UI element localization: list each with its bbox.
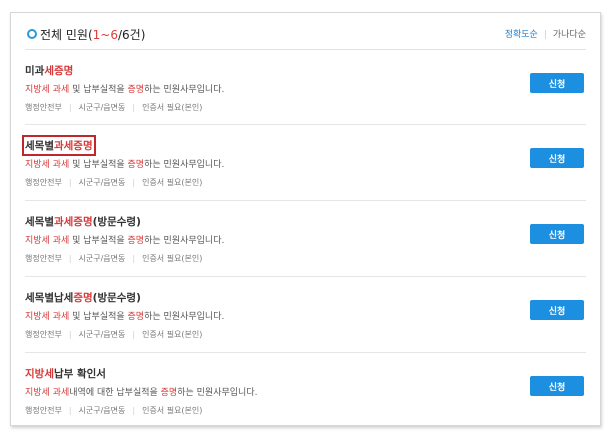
meta-field: 시군구/읍면동 xyxy=(78,254,126,263)
item-meta: 행정안전부 | 시군구/읍면동 | 인증서 필요(본인) xyxy=(25,102,202,113)
meta-divider: | xyxy=(68,178,72,187)
meta-field: 시군구/읍면동 xyxy=(78,406,126,415)
apply-button[interactable]: 신청 xyxy=(530,73,584,93)
title-segment: (방문수령) xyxy=(92,292,141,304)
meta-field: 인증서 필요(본인) xyxy=(142,103,203,112)
meta-divider: | xyxy=(68,406,72,415)
title-segment: 증명 xyxy=(73,292,93,304)
item-title[interactable]: 세목별과세증명 xyxy=(22,135,96,156)
meta-divider: | xyxy=(132,330,136,339)
item-description: 지방세 과세 및 납부실적을 증명하는 민원사무입니다. xyxy=(25,82,224,95)
title-segment: 세목별 xyxy=(25,140,54,152)
desc-segment: 지방세 과세 xyxy=(25,160,70,170)
apply-button[interactable]: 신청 xyxy=(530,224,584,244)
desc-segment: 증명 xyxy=(160,388,178,398)
title-segment: 세증명 xyxy=(44,65,74,77)
desc-segment: 및 납부실적을 xyxy=(69,85,128,95)
item-meta: 행정안전부 | 시군구/읍면동 | 인증서 필요(본인) xyxy=(25,405,202,416)
item-description: 지방세 과세 및 납부실적을 증명하는 민원사무입니다. xyxy=(25,157,224,170)
desc-segment: 지방세 과세 xyxy=(25,312,70,322)
desc-segment: 지방세 과세 xyxy=(25,388,70,398)
title-segment: (방문수령) xyxy=(92,216,141,228)
meta-divider: | xyxy=(132,254,136,263)
meta-field: 인증서 필요(본인) xyxy=(142,330,203,339)
title-segment: 지방세 xyxy=(25,368,54,380)
sort-options: 정확도순 | 가나다순 xyxy=(505,27,586,40)
list-item: 세목별과세증명(방문수령) 지방세 과세 및 납부실적을 증명하는 민원사무입니… xyxy=(25,200,586,277)
meta-divider: | xyxy=(132,103,136,112)
meta-field: 인증서 필요(본인) xyxy=(142,254,203,263)
desc-segment: 하는 민원사무입니다. xyxy=(144,160,225,170)
meta-field: 시군구/읍면동 xyxy=(78,103,126,112)
results-title: 전체 민원(1~6/6건) xyxy=(40,28,146,42)
item-title[interactable]: 세목별납세증명(방문수령) xyxy=(25,290,141,305)
title-segment: 과세증명 xyxy=(53,140,93,152)
meta-field: 행정안전부 xyxy=(25,330,62,339)
meta-field: 인증서 필요(본인) xyxy=(142,406,203,415)
meta-divider: | xyxy=(132,406,136,415)
meta-field: 시군구/읍면동 xyxy=(78,330,126,339)
desc-segment: 및 납부실적을 xyxy=(69,160,128,170)
meta-field: 행정안전부 xyxy=(25,406,62,415)
desc-segment: 및 납부실적을 xyxy=(69,312,128,322)
item-meta: 행정안전부 | 시군구/읍면동 | 인증서 필요(본인) xyxy=(25,177,202,188)
item-meta: 행정안전부 | 시군구/읍면동 | 인증서 필요(본인) xyxy=(25,329,202,340)
meta-field: 행정안전부 xyxy=(25,178,62,187)
item-description: 지방세 과세내역에 대한 납부실적을 증명하는 민원사무입니다. xyxy=(25,385,257,398)
meta-field: 시군구/읍면동 xyxy=(78,178,126,187)
item-meta: 행정안전부 | 시군구/읍면동 | 인증서 필요(본인) xyxy=(25,253,202,264)
item-description: 지방세 과세 및 납부실적을 증명하는 민원사무입니다. xyxy=(25,233,224,246)
desc-segment: 증명 xyxy=(127,236,145,246)
desc-segment: 증명 xyxy=(127,160,145,170)
meta-divider: | xyxy=(68,330,72,339)
desc-segment: 및 납부실적을 xyxy=(69,236,128,246)
meta-divider: | xyxy=(132,178,136,187)
sort-divider: | xyxy=(543,30,547,40)
sort-alphabetical-link[interactable]: 가나다순 xyxy=(553,30,586,40)
title-segment: 세목별납세 xyxy=(25,292,74,304)
desc-segment: 하는 민원사무입니다. xyxy=(144,312,225,322)
desc-segment: 내역에 대한 납부실적을 xyxy=(69,388,161,398)
list-item: 미과세증명 지방세 과세 및 납부실적을 증명하는 민원사무입니다. 행정안전부… xyxy=(25,49,586,125)
apply-button[interactable]: 신청 xyxy=(530,148,584,168)
item-title[interactable]: 미과세증명 xyxy=(25,63,73,78)
desc-segment: 지방세 과세 xyxy=(25,236,70,246)
apply-button[interactable]: 신청 xyxy=(530,300,584,320)
item-description: 지방세 과세 및 납부실적을 증명하는 민원사무입니다. xyxy=(25,309,224,322)
search-results-panel: 전체 민원(1~6/6건) 정확도순 | 가나다순 미과세증명 지방세 과세 및 납… xyxy=(10,12,601,426)
results-header: 전체 민원(1~6/6건) 정확도순 | 가나다순 xyxy=(25,19,586,50)
meta-divider: | xyxy=(68,103,72,112)
meta-field: 인증서 필요(본인) xyxy=(142,178,203,187)
list-item: 세목별과세증명 지방세 과세 및 납부실적을 증명하는 민원사무입니다. 행정안… xyxy=(22,124,586,201)
meta-divider: | xyxy=(68,254,72,263)
desc-segment: 증명 xyxy=(127,85,145,95)
sort-accuracy-link[interactable]: 정확도순 xyxy=(505,30,538,40)
desc-segment: 지방세 과세 xyxy=(25,85,70,95)
meta-field: 행정안전부 xyxy=(25,103,62,112)
title-segment: 미과 xyxy=(25,65,45,77)
title-segment: 납부 확인서 xyxy=(53,368,106,380)
title-segment: 과세증명 xyxy=(53,216,93,228)
circle-bullet-icon xyxy=(27,29,37,39)
meta-field: 행정안전부 xyxy=(25,254,62,263)
desc-segment: 하는 민원사무입니다. xyxy=(144,85,225,95)
apply-button[interactable]: 신청 xyxy=(530,376,584,396)
results-total: 6건 xyxy=(122,28,141,42)
list-item: 세목별납세증명(방문수령) 지방세 과세 및 납부실적을 증명하는 민원사무입니… xyxy=(25,276,586,353)
item-title[interactable]: 세목별과세증명(방문수령) xyxy=(25,214,141,229)
desc-segment: 증명 xyxy=(127,312,145,322)
desc-segment: 하는 민원사무입니다. xyxy=(144,236,225,246)
list-item: 지방세납부 확인서 지방세 과세내역에 대한 납부실적을 증명하는 민원사무입니… xyxy=(25,352,586,426)
results-range: 1~6 xyxy=(92,28,118,42)
item-title[interactable]: 지방세납부 확인서 xyxy=(25,366,106,381)
title-segment: 세목별 xyxy=(25,216,54,228)
desc-segment: 하는 민원사무입니다. xyxy=(177,388,258,398)
